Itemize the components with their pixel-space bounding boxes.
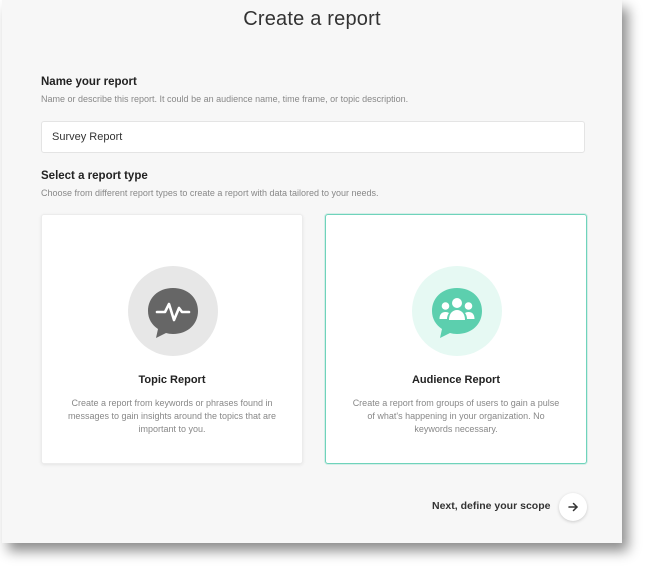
next-step-button[interactable]: [559, 493, 587, 521]
name-report-help: Name or describe this report. It could b…: [41, 94, 409, 104]
audience-report-title: Audience Report: [411, 374, 500, 386]
topic-report-card[interactable]: Topic Report Create a report from keywor…: [41, 214, 303, 464]
report-name-input[interactable]: [41, 121, 585, 153]
audience-report-description: Create a report from groups of users to …: [352, 398, 560, 434]
report-type-help: Choose from different report types to cr…: [41, 188, 379, 198]
name-report-label: Name your report: [41, 76, 137, 88]
next-step-label[interactable]: Next, define your scope: [432, 500, 550, 512]
topic-report-title: Topic Report: [138, 374, 206, 386]
group-chat-icon: [412, 266, 502, 356]
audience-report-card[interactable]: Audience Report Create a report from gro…: [325, 214, 587, 464]
pulse-chat-icon: [128, 266, 218, 356]
create-report-panel: Create a report Name your report Name or…: [2, 0, 622, 543]
arrow-right-icon: [568, 502, 578, 512]
topic-report-description: Create a report from keywords or phrases…: [67, 398, 277, 434]
report-type-label: Select a report type: [41, 170, 148, 182]
page-title: Create a report: [243, 8, 381, 30]
